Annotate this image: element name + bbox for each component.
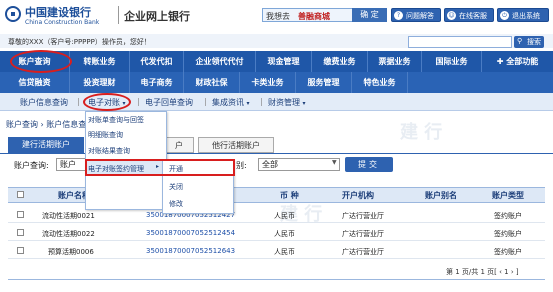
menu-item-result-query[interactable]: 对账结果查询 [88, 146, 130, 156]
divider [118, 6, 119, 24]
nav-cash-management[interactable]: 现金管理 [256, 51, 312, 72]
subnav-account-info[interactable]: 账户信息查询 [20, 97, 68, 108]
chevron-down-icon: ▼ [332, 159, 337, 166]
cell-branch: 广达行营业厅 [342, 212, 384, 220]
service-button[interactable]: ☺ 在线客服 [444, 8, 494, 22]
pagination[interactable]: 第 1 页/共 1 页[ ‹ 1 › ] [446, 267, 519, 277]
nav-card[interactable]: 卡类业务 [240, 72, 296, 93]
subnav-separator: | [204, 97, 207, 106]
service-label: 在线客服 [459, 12, 487, 20]
help-button[interactable]: ? 问题解答 [391, 8, 441, 22]
account-type-select[interactable]: 全部 [258, 158, 340, 171]
goto-label: 我想去 [266, 12, 290, 21]
nav-corporate-pay[interactable]: 企业领代代付 [184, 51, 256, 72]
watermark: 建 行 [400, 122, 443, 143]
nav-bills[interactable]: 票据业务 [368, 51, 422, 72]
cell-account-type: 签约账户 [494, 248, 522, 256]
nav-fee-payment[interactable]: 缴费业务 [312, 51, 368, 72]
header-currency: 币 种 [280, 191, 299, 200]
nav-investment[interactable]: 投资理财 [70, 72, 130, 93]
header-branch: 开户机构 [342, 191, 374, 200]
app-title: 企业网上银行 [124, 10, 190, 23]
account-query-select[interactable]: 账户 [56, 158, 86, 171]
tab-other-bank-accounts[interactable]: 他行活期账户 [198, 137, 274, 153]
cell-branch: 广达行营业厅 [342, 230, 384, 238]
query-label: 账户查询: [14, 161, 49, 170]
submenu-item-modify[interactable]: 修改 [169, 199, 183, 209]
menu-item-detail-query[interactable]: 明细账查询 [88, 130, 123, 140]
nav-international[interactable]: 国际业务 [422, 51, 482, 72]
subnav-integrated-info[interactable]: 集成资讯 ▾ [212, 97, 250, 108]
grid-icon: ✚ [496, 57, 504, 66]
submit-button[interactable]: 提交 [345, 157, 393, 172]
row-divider [8, 240, 545, 241]
nav-payroll[interactable]: 代发代扣 [130, 51, 184, 72]
cell-account-type: 签约账户 [494, 230, 522, 238]
subnav-treasury[interactable]: 财资管理 ▾ [268, 97, 306, 108]
welcome-text: 尊敬的XXX（客户号:PPPPP）操作员，您好！ [8, 38, 151, 46]
cell-account-name: 预算活期0006 [48, 248, 94, 256]
highlight-box [85, 159, 235, 176]
row-divider [8, 258, 545, 259]
breadcrumb: 账户查询 › 账户信息查 [6, 120, 87, 129]
highlight-circle [10, 50, 72, 73]
row-divider [8, 222, 545, 223]
cell-account-number[interactable]: 35001870007052512643 [146, 247, 235, 255]
row-checkbox[interactable] [17, 211, 24, 218]
nav-transfer[interactable]: 转账业务 [70, 51, 130, 72]
nav-all-functions-label: 全部功能 [506, 57, 539, 66]
cell-account-type: 签约账户 [494, 212, 522, 220]
chevron-down-icon: ▾ [302, 100, 306, 107]
nav-service-management[interactable]: 服务管理 [296, 72, 352, 93]
header-account-type: 账户类型 [492, 191, 524, 200]
chevron-down-icon: ▾ [246, 100, 250, 107]
highlight-circle [83, 93, 131, 111]
search-label: 搜索 [527, 38, 541, 46]
logo-text: 中国建设银行 [25, 6, 91, 19]
nav-all-functions[interactable]: ✚ 全部功能 [482, 51, 553, 72]
power-icon: ⏻ [500, 11, 509, 20]
subnav-integrated-info-label: 集成资讯 [212, 98, 244, 107]
cell-account-name: 流动性活期0021 [42, 212, 95, 220]
subnav-separator: | [77, 97, 80, 106]
cell-currency: 人民币 [274, 230, 295, 238]
cell-account-name: 流动性活期0022 [42, 230, 95, 238]
question-icon: ? [394, 11, 403, 20]
help-label: 问题解答 [406, 12, 434, 20]
select-all-checkbox[interactable] [17, 191, 24, 198]
logo-english: China Construction Bank [25, 19, 100, 26]
headset-icon: ☺ [447, 11, 456, 20]
row-checkbox[interactable] [17, 229, 24, 236]
row-checkbox[interactable] [17, 247, 24, 254]
nav-social-security[interactable]: 财政社保 [184, 72, 240, 93]
transaction-search-input[interactable] [408, 36, 512, 48]
nav-ecommerce[interactable]: 电子商务 [130, 72, 184, 93]
alias-label: 别: [236, 161, 247, 170]
nav-featured[interactable]: 特色业务 [352, 72, 408, 93]
nav-credit[interactable]: 信贷融资 [0, 72, 70, 93]
subnav-separator: | [137, 97, 140, 106]
tab-underline [0, 153, 553, 154]
subnav-treasury-label: 财资管理 [268, 98, 300, 107]
cell-currency: 人民币 [274, 212, 295, 220]
confirm-button[interactable]: 确 定 [352, 8, 387, 22]
subnav-e-receipt[interactable]: 电子回单查询 [145, 97, 193, 108]
ccb-logo-icon [5, 6, 21, 22]
tab-ccb-current-accounts[interactable]: 建行活期账户 [8, 137, 84, 153]
table-bottom-border [8, 279, 545, 280]
search-icon: ⚲ [517, 37, 523, 45]
logout-button[interactable]: ⏻ 退出系统 [497, 8, 549, 22]
subnav-separator: | [260, 97, 263, 106]
cell-account-number[interactable]: 35001870007052512454 [146, 229, 235, 237]
goto-value: 善融商城 [298, 12, 330, 21]
submenu-item-close[interactable]: 关闭 [169, 182, 183, 192]
cell-currency: 人民币 [274, 248, 295, 256]
menu-item-statement-query[interactable]: 对账单查询与回签 [88, 115, 144, 125]
logout-label: 退出系统 [512, 12, 540, 20]
header-alias: 账户别名 [425, 191, 457, 200]
cell-branch: 广达行营业厅 [342, 248, 384, 256]
tab-accounts[interactable]: 户 [164, 137, 194, 153]
